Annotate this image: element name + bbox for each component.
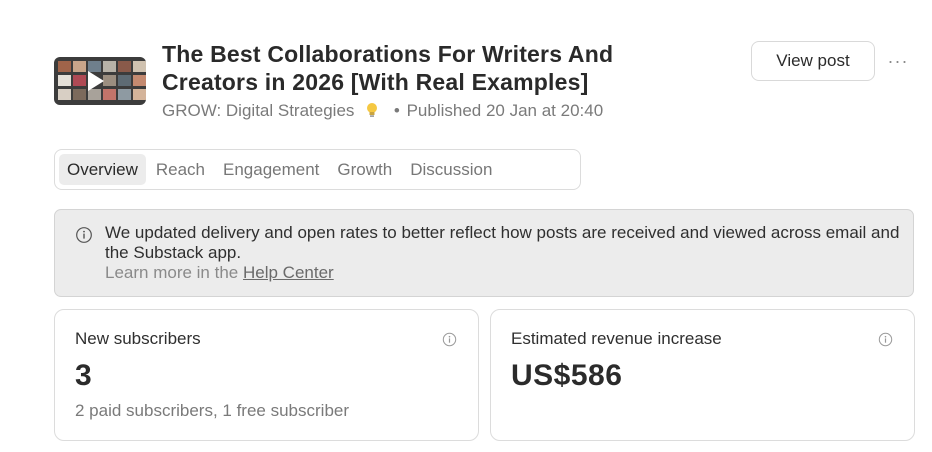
post-meta: GROW: Digital Strategies • Published 20 … (162, 100, 603, 122)
learn-more-prefix: Learn more in the (105, 263, 239, 282)
post-thumbnail[interactable] (54, 57, 146, 105)
tab-discussion[interactable]: Discussion (402, 154, 500, 185)
tab-bar: Overview Reach Engagement Growth Discuss… (54, 149, 581, 190)
play-icon (88, 71, 104, 91)
tab-engagement[interactable]: Engagement (215, 154, 327, 185)
card-subtext: 2 paid subscribers, 1 free subscriber (75, 401, 350, 420)
learn-more: Learn more in the Help Center (105, 263, 334, 283)
separator-dot: • (393, 101, 400, 120)
lightbulb-icon (367, 103, 378, 117)
help-center-link[interactable]: Help Center (243, 263, 334, 282)
card-label: New subscribers (75, 329, 201, 348)
card-label: Estimated revenue increase (511, 329, 722, 348)
tab-reach[interactable]: Reach (148, 154, 213, 185)
view-post-button[interactable]: View post (751, 41, 875, 81)
post-title: The Best Collaborations For Writers And … (162, 41, 614, 95)
notice-text: We updated delivery and open rates to be… (105, 223, 900, 262)
info-notice: We updated delivery and open rates to be… (54, 209, 914, 297)
tab-growth[interactable]: Growth (329, 154, 400, 185)
info-circle-icon[interactable] (878, 332, 893, 347)
card-value: 3 (75, 359, 93, 392)
info-circle-icon[interactable] (442, 332, 457, 347)
new-subscribers-card: New subscribers 3 2 paid subscribers, 1 … (54, 309, 479, 441)
more-options-icon[interactable]: ··· (884, 50, 912, 72)
info-circle-icon (76, 227, 92, 243)
published-date: Published 20 Jan at 20:40 (406, 101, 604, 120)
revenue-increase-card: Estimated revenue increase US$586 (490, 309, 915, 441)
publication-name: GROW: Digital Strategies (162, 101, 355, 120)
card-value: US$586 (511, 359, 623, 392)
tab-overview[interactable]: Overview (59, 154, 146, 185)
